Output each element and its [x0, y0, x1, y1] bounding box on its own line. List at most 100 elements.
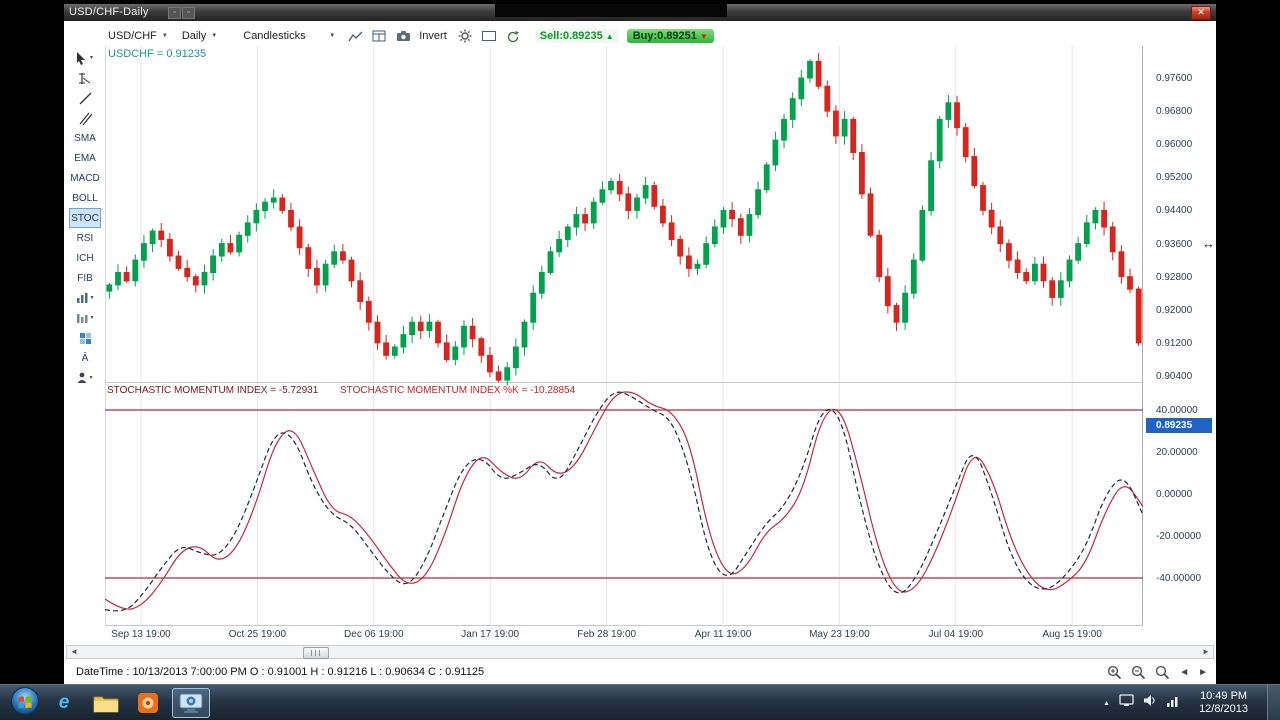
- indicator-button-rsi[interactable]: RSI: [69, 228, 101, 248]
- candlesticks: [106, 53, 1142, 386]
- taskbar-explorer-icon[interactable]: [88, 689, 124, 717]
- period-dropdown-value: Daily: [181, 30, 207, 42]
- indicator-button-stoc[interactable]: STOC: [69, 208, 101, 228]
- price-axis[interactable]: 0.89235 0.97600 0.96800 0.96000 0.95200 0.94…: [1146, 46, 1212, 628]
- time-axis-label: Oct 25 19:00: [228, 629, 287, 640]
- clock-date: 12/8/2013: [1199, 703, 1248, 715]
- grid-view-tool[interactable]: [69, 328, 101, 348]
- indicator-button-boll[interactable]: BOLL: [69, 188, 101, 208]
- layout-template-icon[interactable]: [369, 28, 389, 44]
- chart-style-tool[interactable]: ▼: [69, 288, 101, 308]
- axis-label: 0.95200: [1156, 172, 1193, 183]
- time-axis-label: Sep 13 19:00: [111, 629, 171, 640]
- indicator-button-ich[interactable]: ICH: [69, 248, 101, 268]
- symbol-dropdown-value: USD/CHF: [108, 30, 157, 42]
- sell-price-button[interactable]: Sell:0.89235 ▲: [534, 29, 619, 43]
- time-axis-label: May 23 19:00: [809, 629, 870, 640]
- zoom-reset-icon[interactable]: [1155, 665, 1170, 680]
- axis-label: 0.92800: [1156, 272, 1193, 283]
- taskbar-clock[interactable]: 10:49 PM 12/8/2013: [1199, 690, 1248, 716]
- scroll-right-icon[interactable]: ►: [1199, 646, 1213, 658]
- time-axis-label: Aug 15 19:00: [1042, 629, 1102, 640]
- parallel-lines-tool[interactable]: [69, 108, 101, 128]
- axis-label: 0.00000: [1156, 489, 1193, 500]
- chevron-down-icon: ▼: [88, 375, 94, 381]
- indicator-button-fib[interactable]: FIB: [69, 268, 101, 288]
- refresh-icon[interactable]: [503, 28, 523, 44]
- taskbar-ie-icon[interactable]: e: [46, 689, 82, 717]
- zoom-in-icon[interactable]: [1107, 665, 1122, 680]
- zoom-out-icon[interactable]: [1131, 665, 1146, 680]
- chart-type-dropdown-value: Candlesticks: [243, 30, 306, 42]
- zoom-controls: ◄ ►: [1107, 662, 1208, 682]
- pointer-tool[interactable]: ▼: [69, 48, 101, 68]
- tray-network-icon[interactable]: [1166, 694, 1180, 712]
- smi-indicator-lines: [105, 391, 1143, 612]
- settings-gear-icon[interactable]: [455, 28, 475, 44]
- ohlc-status-text: DateTime : 10/13/2013 7:00:00 PM O : 0.9…: [76, 666, 485, 678]
- crosshair-tool[interactable]: [69, 68, 101, 88]
- buy-price-value: Buy:0.89251: [632, 30, 697, 42]
- horizontal-scrollbar[interactable]: ◄ ►: [66, 645, 1214, 659]
- close-button[interactable]: ✕: [1191, 6, 1211, 20]
- axis-label: 0.94400: [1156, 205, 1193, 216]
- time-axis[interactable]: Sep 13 19:00 Oct 25 19:00 Dec 06 19:00 Jan …: [105, 627, 1143, 643]
- indicator-button-sma[interactable]: SMA: [69, 128, 101, 148]
- mouse-cursor: ↔: [1202, 236, 1215, 251]
- chevron-down-icon: ▼: [89, 315, 95, 321]
- taskbar-media-icon[interactable]: [130, 689, 166, 717]
- window-title: USD/CHF-Daily: [69, 6, 149, 18]
- time-axis-label: Dec 06 19:00: [344, 629, 404, 640]
- camera-snapshot-icon[interactable]: [393, 28, 413, 44]
- chevron-down-icon: ▼: [89, 55, 94, 61]
- child-window-restore-icon[interactable]: ▫: [168, 7, 181, 19]
- indicator-button-ema[interactable]: EMA: [69, 148, 101, 168]
- system-tray: ▲ 10:49 PM 12/8/2013: [1103, 685, 1280, 720]
- text-tool-label: Ā: [81, 352, 89, 364]
- price-chart-canvas[interactable]: [105, 46, 1143, 628]
- axis-label: 0.92000: [1156, 305, 1193, 316]
- axis-label: 0.90400: [1156, 371, 1193, 382]
- buy-price-button[interactable]: Buy:0.89251 ▼: [626, 29, 714, 43]
- time-axis-label: Feb 28 19:00: [577, 629, 637, 640]
- buy-down-triangle-icon: ▼: [699, 31, 708, 41]
- taskbar-recorder-icon-active[interactable]: [172, 688, 210, 718]
- indicator-button-macd[interactable]: MACD: [69, 168, 101, 188]
- status-bar: DateTime : 10/13/2013 7:00:00 PM O : 0.9…: [64, 662, 1216, 682]
- title-bar[interactable]: USD/CHF-Daily ▫ ▫ ✕: [64, 4, 1216, 21]
- axis-label: -20.00000: [1156, 531, 1202, 542]
- symbol-price-label: USDCHF = 0.91235: [108, 48, 207, 60]
- chart-type-dropdown[interactable]: Candlesticks ▼: [243, 30, 335, 42]
- volume-style-tool[interactable]: ▼: [69, 308, 101, 328]
- tray-chevron-icon[interactable]: ▲: [1103, 700, 1110, 707]
- line-chart-icon[interactable]: [345, 28, 365, 44]
- invert-button[interactable]: Invert: [419, 30, 447, 42]
- chart-toolbar: USD/CHF ▼ Daily ▼ Candlesticks ▼ Invert: [64, 26, 1216, 46]
- selection-rectangle-icon[interactable]: [479, 28, 499, 44]
- clock-time: 10:49 PM: [1199, 690, 1248, 702]
- start-button[interactable]: [10, 686, 40, 720]
- windows-taskbar: e ▲ 10:49 PM 12/8/2013: [0, 684, 1280, 720]
- child-window-menu-icon[interactable]: ▫: [182, 7, 195, 19]
- scrollbar-thumb[interactable]: [303, 647, 329, 659]
- trendline-tool[interactable]: [69, 88, 101, 108]
- pan-right-icon[interactable]: ►: [1198, 667, 1208, 678]
- sell-price-value: Sell:0.89235: [539, 30, 603, 42]
- indicator-button-list: SMA EMA MACD BOLL STOC RSI ICH FIB: [69, 128, 101, 288]
- time-axis-label: Apr 11 19:00: [694, 629, 752, 640]
- text-annotation-tool[interactable]: Ā: [69, 348, 101, 368]
- user-objects-tool[interactable]: ▼: [69, 368, 101, 388]
- chevron-down-icon: ▼: [211, 33, 218, 39]
- scroll-left-icon[interactable]: ◄: [67, 646, 81, 658]
- axis-label: 40.00000: [1156, 405, 1198, 416]
- time-axis-label: Jan 17 19:00: [461, 629, 520, 640]
- tray-monitor-icon[interactable]: [1119, 694, 1134, 712]
- axis-label: 0.93600: [1156, 239, 1193, 250]
- axis-label: 0.96000: [1156, 139, 1193, 150]
- symbol-dropdown[interactable]: USD/CHF ▼: [108, 30, 168, 42]
- tray-volume-icon[interactable]: [1143, 694, 1157, 712]
- show-desktop-button[interactable]: [1267, 685, 1280, 720]
- sell-up-triangle-icon: ▲: [605, 31, 614, 41]
- pan-left-icon[interactable]: ◄: [1179, 667, 1189, 678]
- period-dropdown[interactable]: Daily ▼: [182, 30, 217, 42]
